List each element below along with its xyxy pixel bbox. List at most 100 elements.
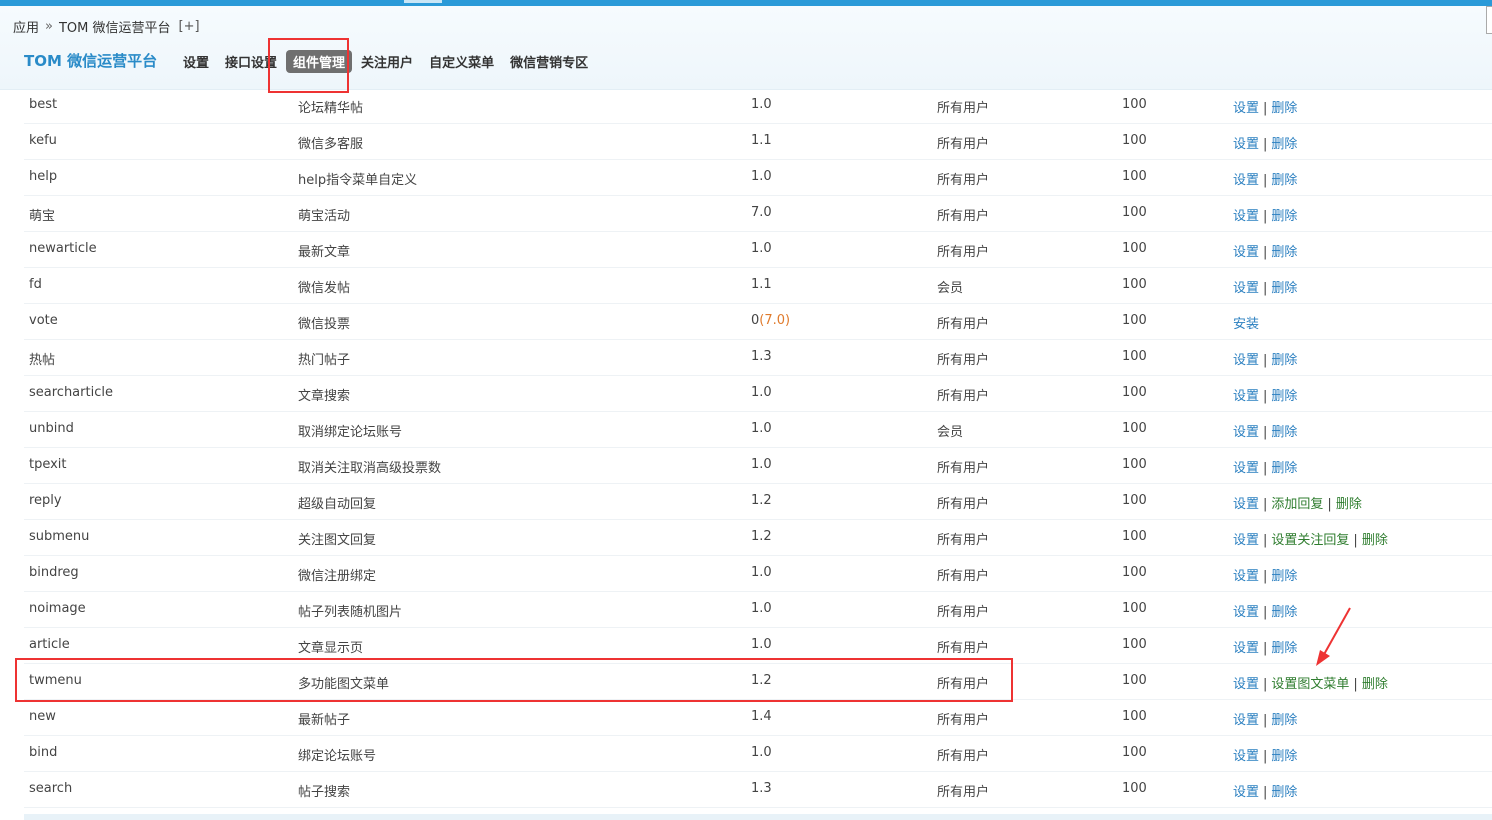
action-separator: | xyxy=(1263,497,1268,512)
component-name: 关注图文回复 xyxy=(298,533,377,548)
delete-link[interactable]: 删除 xyxy=(1271,245,1297,260)
annotation-arrow xyxy=(1316,607,1351,666)
component-key: kefu xyxy=(29,133,57,148)
component-users: 所有用户 xyxy=(937,749,990,764)
delete-link[interactable]: 删除 xyxy=(1271,389,1297,404)
component-key: bindreg xyxy=(29,565,79,580)
action-separator: | xyxy=(1263,461,1268,476)
nav-tab-5[interactable]: 微信营销专区 xyxy=(503,50,595,73)
delete-link[interactable]: 删除 xyxy=(1362,533,1388,548)
table-row: newarticle 最新文章 1.0 所有用户 100 设置 | 删除 xyxy=(24,232,1492,268)
settings-link[interactable]: 设置 xyxy=(1233,425,1259,440)
version-current: 1.0 xyxy=(751,601,772,616)
component-name: 最新帖子 xyxy=(298,713,351,728)
action-separator: | xyxy=(1263,785,1268,800)
settings-link[interactable]: 设置 xyxy=(1233,137,1259,152)
table-row: help help指令菜单自定义 1.0 所有用户 100 设置 | 删除 xyxy=(24,160,1492,196)
settings-link[interactable]: 设置 xyxy=(1233,461,1259,476)
component-version: 1.0 xyxy=(751,457,772,472)
component-name: 微信投票 xyxy=(298,317,351,332)
nav-tab-4[interactable]: 自定义菜单 xyxy=(422,50,501,73)
settings-link[interactable]: 设置 xyxy=(1233,353,1259,368)
settings-link[interactable]: 设置 xyxy=(1233,713,1259,728)
delete-link[interactable]: 删除 xyxy=(1271,605,1297,620)
nav-tab-0[interactable]: 设置 xyxy=(176,50,216,73)
version-current: 1.0 xyxy=(751,169,772,184)
component-key: searcharticle xyxy=(29,385,113,400)
row-actions: 设置 | 删除 xyxy=(1233,565,1297,584)
table-row: new 最新帖子 1.4 所有用户 100 设置 | 删除 xyxy=(24,700,1492,736)
component-order: 100 xyxy=(1122,169,1147,184)
component-key: vote xyxy=(29,313,58,328)
settings-link[interactable]: 设置 xyxy=(1233,533,1259,548)
settings-link[interactable]: 设置 xyxy=(1233,389,1259,404)
breadcrumb-root[interactable]: 应用 xyxy=(13,17,39,36)
component-order: 100 xyxy=(1122,313,1147,328)
delete-link[interactable]: 删除 xyxy=(1271,785,1297,800)
component-name: 超级自动回复 xyxy=(298,497,377,512)
version-current: 1.2 xyxy=(751,493,772,508)
component-users: 所有用户 xyxy=(937,497,990,512)
table-row: bindreg 微信注册绑定 1.0 所有用户 100 设置 | 删除 xyxy=(24,556,1492,592)
delete-link[interactable]: 删除 xyxy=(1271,281,1297,296)
settings-link[interactable]: 设置 xyxy=(1233,101,1259,116)
window-edge-control[interactable] xyxy=(1486,6,1492,34)
settings-link[interactable]: 设置 xyxy=(1233,173,1259,188)
settings-link[interactable]: 设置 xyxy=(1233,245,1259,260)
action-separator: | xyxy=(1263,569,1268,584)
component-key: unbind xyxy=(29,421,74,436)
delete-link[interactable]: 删除 xyxy=(1271,425,1297,440)
version-current: 7.0 xyxy=(751,205,772,220)
component-users: 所有用户 xyxy=(937,533,990,548)
table-row: best 论坛精华帖 1.0 所有用户 100 设置 | 删除 xyxy=(24,88,1492,124)
delete-link[interactable]: 删除 xyxy=(1271,569,1297,584)
settings-link[interactable]: 设置 xyxy=(1233,569,1259,584)
delete-link[interactable]: 删除 xyxy=(1271,353,1297,368)
table-row: tpexit 取消关注取消高级投票数 1.0 所有用户 100 设置 | 删除 xyxy=(24,448,1492,484)
delete-link[interactable]: 删除 xyxy=(1271,641,1297,656)
delete-link[interactable]: 删除 xyxy=(1271,749,1297,764)
component-order: 100 xyxy=(1122,565,1147,580)
settings-link[interactable]: 设置 xyxy=(1233,281,1259,296)
action-link[interactable]: 添加回复 xyxy=(1271,497,1323,512)
component-key: new xyxy=(29,709,56,724)
install-link[interactable]: 安装 xyxy=(1233,317,1259,332)
add-shortcut-button[interactable]: [+] xyxy=(179,19,200,34)
settings-link[interactable]: 设置 xyxy=(1233,209,1259,224)
component-version: 1.1 xyxy=(751,277,772,292)
component-users: 会员 xyxy=(937,425,964,440)
nav-tab-3[interactable]: 关注用户 xyxy=(354,50,420,73)
version-current: 1.0 xyxy=(751,385,772,400)
action-link[interactable]: 设置图文菜单 xyxy=(1271,677,1349,692)
delete-link[interactable]: 删除 xyxy=(1271,137,1297,152)
settings-link[interactable]: 设置 xyxy=(1233,677,1259,692)
delete-link[interactable]: 删除 xyxy=(1362,677,1388,692)
component-version: 0(7.0) xyxy=(751,313,790,328)
settings-link[interactable]: 设置 xyxy=(1233,497,1259,512)
component-key: noimage xyxy=(29,601,86,616)
action-separator: | xyxy=(1263,713,1268,728)
delete-link[interactable]: 删除 xyxy=(1271,461,1297,476)
settings-link[interactable]: 设置 xyxy=(1233,785,1259,800)
action-separator: | xyxy=(1263,281,1268,296)
delete-link[interactable]: 删除 xyxy=(1271,713,1297,728)
version-current: 1.3 xyxy=(751,349,772,364)
component-name: 热门帖子 xyxy=(298,353,351,368)
settings-link[interactable]: 设置 xyxy=(1233,641,1259,656)
component-key: help xyxy=(29,169,58,184)
delete-link[interactable]: 删除 xyxy=(1271,209,1297,224)
component-version: 1.2 xyxy=(751,493,772,508)
component-order: 100 xyxy=(1122,385,1147,400)
settings-link[interactable]: 设置 xyxy=(1233,749,1259,764)
action-link[interactable]: 设置关注回复 xyxy=(1271,533,1349,548)
settings-link[interactable]: 设置 xyxy=(1233,605,1259,620)
delete-link[interactable]: 删除 xyxy=(1271,173,1297,188)
delete-link[interactable]: 删除 xyxy=(1336,497,1362,512)
component-key: reply xyxy=(29,493,62,508)
row-actions: 设置 | 删除 xyxy=(1233,637,1297,656)
table-row: 热帖 热门帖子 1.3 所有用户 100 设置 | 删除 xyxy=(24,340,1492,376)
component-key: best xyxy=(29,97,58,112)
breadcrumb-current[interactable]: TOM 微信运营平台 xyxy=(59,17,171,36)
component-name: 帖子搜索 xyxy=(298,785,351,800)
delete-link[interactable]: 删除 xyxy=(1271,101,1297,116)
